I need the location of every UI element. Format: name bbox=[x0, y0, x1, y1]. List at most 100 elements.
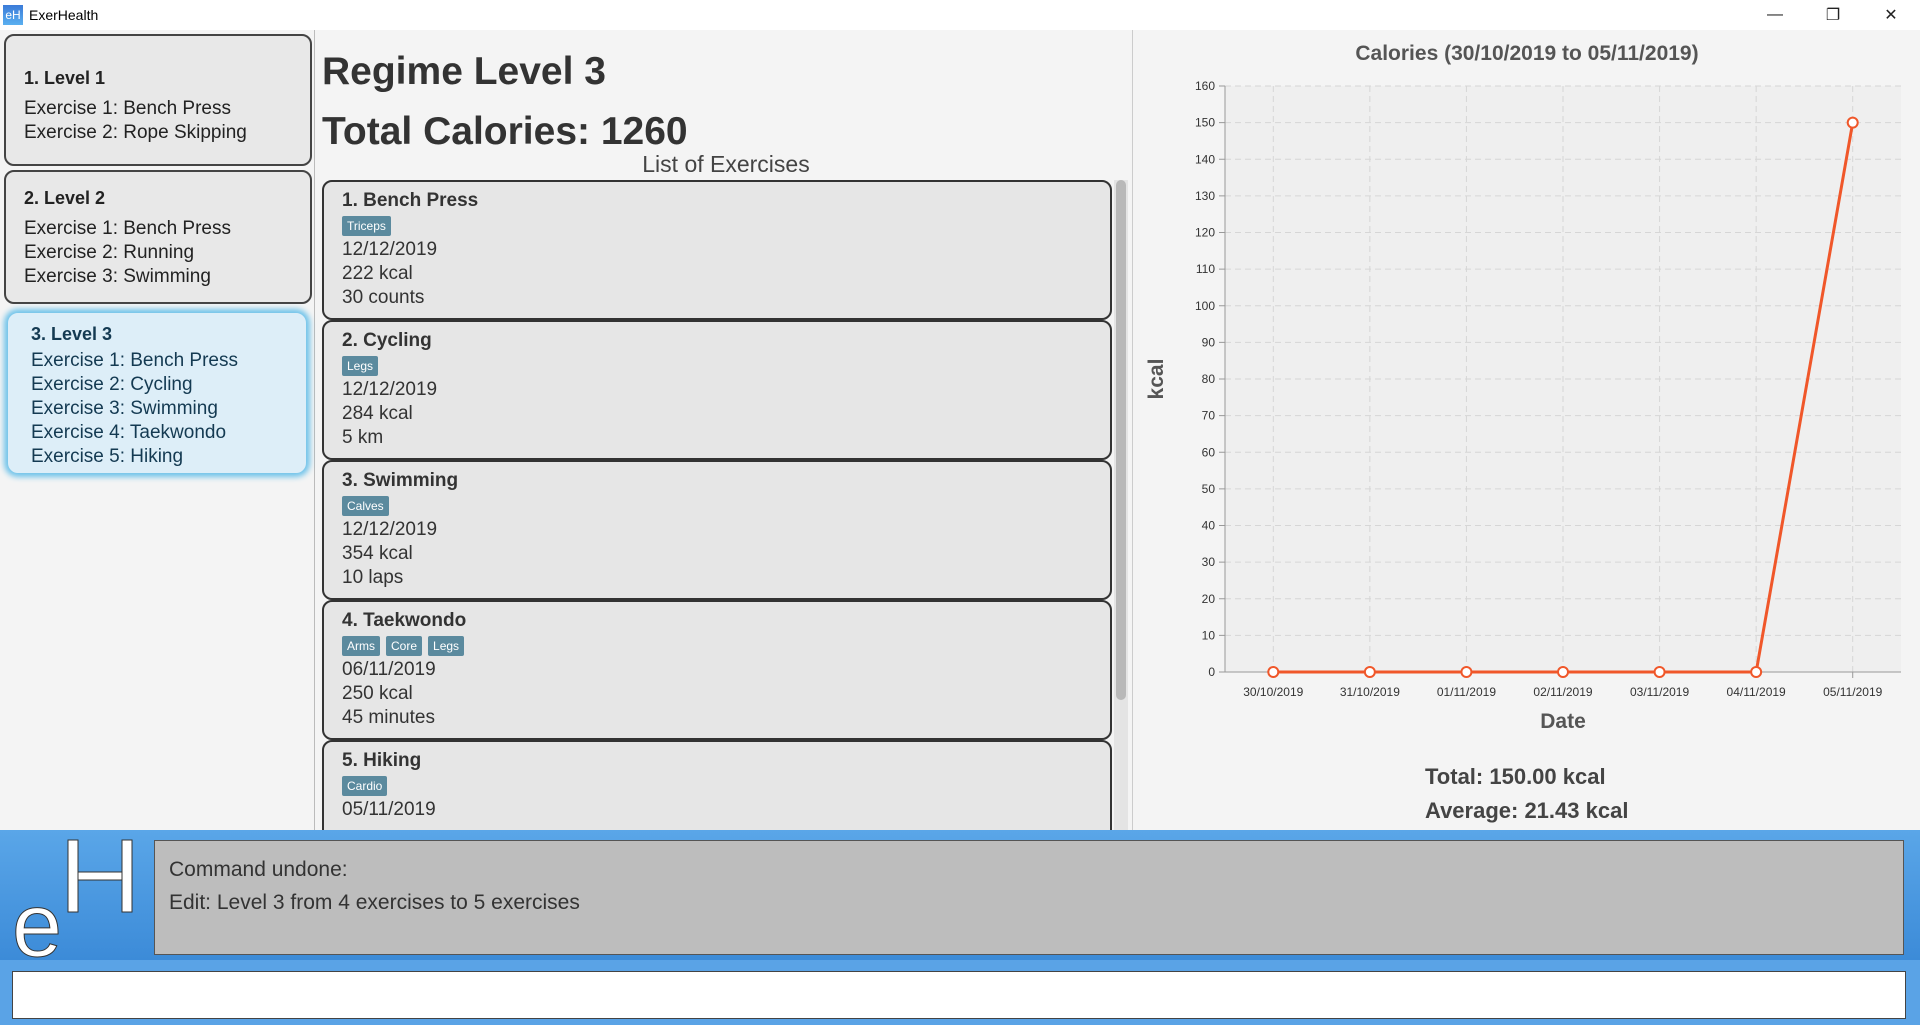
regime-exercise: Exercise 3: Swimming bbox=[31, 398, 218, 419]
muscle-tag: Arms bbox=[342, 636, 380, 656]
regime-title: 1. Level 1 bbox=[24, 68, 106, 88]
window-title: ExerHealth bbox=[29, 7, 99, 23]
data-point bbox=[1846, 116, 1859, 129]
command-input[interactable] bbox=[12, 971, 1906, 1019]
total-calories: Total Calories: 1260 bbox=[322, 110, 688, 153]
exercise-calories: 284 kcal bbox=[342, 403, 413, 424]
regime-list-panel[interactable]: 1. Level 1 Exercise 1: Bench Press Exerc… bbox=[0, 30, 315, 830]
exercise-list[interactable]: 1. Bench Press Triceps 12/12/2019 222 kc… bbox=[322, 180, 1112, 860]
y-tick-label: 70 bbox=[1202, 409, 1216, 423]
y-tick-label: 50 bbox=[1202, 482, 1216, 496]
x-tick-label: 05/11/2019 bbox=[1823, 685, 1882, 699]
exercise-calories: 250 kcal bbox=[342, 683, 413, 704]
exercise-name: 1. Bench Press bbox=[342, 190, 479, 211]
regime-exercise: Exercise 1: Bench Press bbox=[24, 98, 231, 119]
exercise-card[interactable]: 3. Swimming Calves 12/12/2019 354 kcal 1… bbox=[322, 460, 1112, 600]
exercise-quantity: 45 minutes bbox=[342, 707, 435, 728]
exercise-calories: 222 kcal bbox=[342, 263, 413, 284]
muscle-tag: Legs bbox=[428, 636, 465, 656]
y-tick-label: 130 bbox=[1195, 189, 1215, 203]
data-point bbox=[1653, 666, 1666, 678]
calorie-total: Total: 150.00 kcal bbox=[1425, 764, 1606, 789]
y-tick-label: 160 bbox=[1195, 79, 1215, 93]
exercise-quantity: 10 laps bbox=[342, 567, 404, 588]
y-tick-label: 120 bbox=[1195, 226, 1215, 240]
regime-exercise: Exercise 2: Running bbox=[24, 242, 195, 263]
data-point bbox=[1267, 666, 1280, 678]
app-icon: eH bbox=[3, 5, 23, 25]
y-tick-label: 10 bbox=[1202, 628, 1216, 642]
exercise-date: 12/12/2019 bbox=[342, 519, 438, 540]
regime-heading: Regime Level 3 bbox=[322, 50, 606, 93]
regime-title: 3. Level 3 bbox=[31, 324, 113, 344]
regime-card-level-2[interactable]: 2. Level 2 Exercise 1: Bench Press Exerc… bbox=[4, 170, 312, 304]
exercise-date: 05/11/2019 bbox=[342, 799, 436, 820]
muscle-tag: Core bbox=[386, 636, 423, 656]
x-tick-label: 02/11/2019 bbox=[1533, 685, 1592, 699]
y-tick-label: 0 bbox=[1208, 665, 1215, 679]
data-point bbox=[1363, 666, 1376, 678]
calorie-line-chart: 0 10 20 30 40 50 60 70 80 90 100 110 120 130 140 150 160… bbox=[1145, 79, 1901, 733]
exercise-name: 5. Hiking bbox=[342, 750, 422, 771]
regime-exercise: Exercise 5: Hiking bbox=[31, 446, 184, 467]
exerhealth-logo-icon: e bbox=[12, 839, 133, 961]
y-tick-label: 20 bbox=[1202, 592, 1216, 606]
muscle-tag: Cardio bbox=[342, 776, 388, 796]
y-tick-label: 80 bbox=[1202, 372, 1216, 386]
list-title: List of Exercises bbox=[642, 151, 810, 177]
x-tick-label: 04/11/2019 bbox=[1727, 685, 1786, 699]
close-icon[interactable]: ✕ bbox=[1862, 0, 1920, 30]
y-tick-label: 140 bbox=[1195, 152, 1215, 166]
exercise-card[interactable]: 2. Cycling Legs 12/12/2019 284 kcal 5 km bbox=[322, 320, 1112, 460]
data-point bbox=[1460, 666, 1473, 678]
minimize-icon[interactable]: — bbox=[1746, 0, 1804, 30]
exercise-date: 06/11/2019 bbox=[342, 659, 436, 680]
y-tick-label: 90 bbox=[1202, 335, 1216, 349]
exercise-date: 12/12/2019 bbox=[342, 379, 438, 400]
result-line: Command undone: bbox=[169, 858, 348, 881]
muscle-tag: Calves bbox=[342, 496, 389, 516]
exercise-card[interactable]: 4. Taekwondo Arms Core Legs 06/11/2019 2… bbox=[322, 600, 1112, 740]
exercise-quantity: 5 km bbox=[342, 427, 384, 448]
exercise-name: 2. Cycling bbox=[342, 330, 432, 351]
scrollbar-thumb[interactable] bbox=[1116, 180, 1126, 700]
y-tick-label: 40 bbox=[1202, 519, 1216, 533]
x-tick-label: 31/10/2019 bbox=[1340, 685, 1400, 699]
result-line: Edit: Level 3 from 4 exercises to 5 exer… bbox=[169, 891, 580, 914]
regime-exercise: Exercise 4: Taekwondo bbox=[31, 422, 227, 443]
x-tick-label: 03/11/2019 bbox=[1630, 685, 1689, 699]
regime-title: 2. Level 2 bbox=[24, 188, 106, 208]
y-tick-label: 150 bbox=[1195, 116, 1215, 130]
title-bar: eH ExerHealth — ❐ ✕ bbox=[0, 0, 1920, 30]
regime-exercise: Exercise 2: Rope Skipping bbox=[24, 122, 247, 143]
restore-icon[interactable]: ❐ bbox=[1804, 0, 1862, 30]
muscle-tag: Legs bbox=[342, 356, 379, 376]
x-axis-label: Date bbox=[1540, 710, 1586, 733]
y-tick-label: 110 bbox=[1196, 262, 1215, 276]
result-display: Command undone: Edit: Level 3 from 4 exe… bbox=[154, 840, 1904, 955]
calorie-chart-panel: Calories (30/10/2019 to 05/11/2019) 0 10 2… bbox=[1132, 30, 1920, 830]
calorie-average: Average: 21.43 kcal bbox=[1425, 798, 1629, 823]
regime-exercise: Exercise 1: Bench Press bbox=[31, 350, 238, 371]
data-point bbox=[1750, 666, 1763, 678]
exercise-calories: 354 kcal bbox=[342, 543, 413, 564]
svg-text:e: e bbox=[12, 876, 62, 961]
regime-exercise: Exercise 3: Swimming bbox=[24, 266, 211, 287]
regime-exercise: Exercise 1: Bench Press bbox=[24, 218, 231, 239]
regime-card-level-1[interactable]: 1. Level 1 Exercise 1: Bench Press Exerc… bbox=[4, 34, 312, 166]
exercise-quantity: 30 counts bbox=[342, 287, 425, 308]
window-controls: — ❐ ✕ bbox=[1746, 0, 1920, 30]
exercise-card[interactable]: 1. Bench Press Triceps 12/12/2019 222 kc… bbox=[322, 180, 1112, 320]
y-tick-label: 30 bbox=[1202, 555, 1216, 569]
regime-detail-panel: Regime Level 3 Total Calories: 1260 List… bbox=[316, 30, 1131, 860]
y-tick-label: 60 bbox=[1202, 445, 1216, 459]
y-tick-label: 100 bbox=[1195, 299, 1215, 313]
x-tick-label: 30/10/2019 bbox=[1243, 685, 1303, 699]
regime-card-level-3[interactable]: 3. Level 3 Exercise 1: Bench Press Exerc… bbox=[8, 313, 306, 473]
data-point bbox=[1557, 666, 1569, 678]
regime-exercise: Exercise 2: Cycling bbox=[31, 374, 193, 395]
exercise-name: 4. Taekwondo bbox=[342, 610, 467, 631]
exercise-list-scrollbar[interactable] bbox=[1114, 180, 1128, 830]
y-axis-label: kcal bbox=[1145, 359, 1168, 400]
exercise-name: 3. Swimming bbox=[342, 470, 459, 491]
